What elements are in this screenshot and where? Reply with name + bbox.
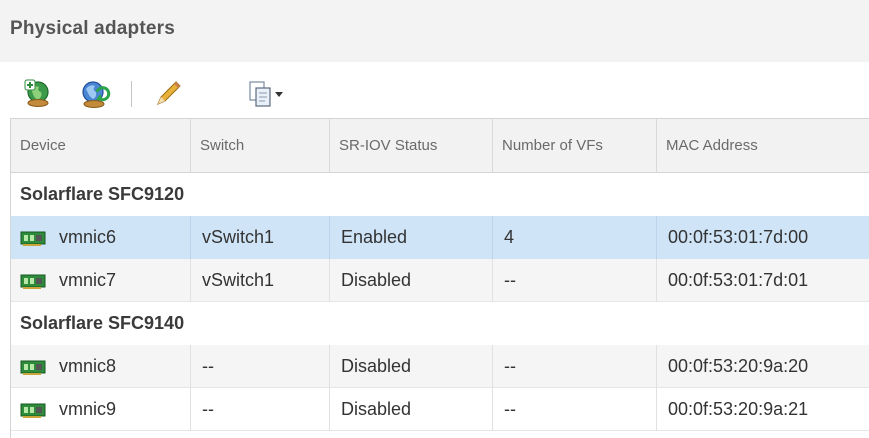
switch-cell: vSwitch1: [191, 216, 330, 259]
vfs-cell: 4: [493, 216, 657, 259]
edit-button[interactable]: [152, 78, 184, 110]
device-cell: vmnic9: [11, 388, 191, 431]
sriov-status-cell: Disabled: [330, 388, 493, 431]
column-header-mac-address[interactable]: MAC Address: [657, 119, 869, 173]
table-row[interactable]: vmnic7 vSwitch1 Disabled -- 00:0f:53:01:…: [11, 259, 869, 302]
device-name: vmnic8: [59, 356, 117, 376]
adapters-table: Device Switch SR-IOV Status Number of VF…: [10, 118, 869, 438]
device-cell: vmnic6: [11, 216, 191, 259]
refresh-icon: [82, 81, 111, 108]
group-header: Solarflare SFC9140: [11, 302, 869, 345]
network-adapter-icon: [20, 360, 46, 375]
edit-icon: [157, 81, 181, 105]
mac-address-cell: 00:0f:53:20:9a:20: [668, 356, 809, 376]
panel-header: Physical adapters: [0, 0, 869, 62]
table-row[interactable]: vmnic9 -- Disabled -- 00:0f:53:20:9a:21: [11, 388, 869, 431]
table-row[interactable]: vmnic8 -- Disabled -- 00:0f:53:20:9a:20: [11, 345, 869, 388]
device-cell: vmnic8: [11, 345, 191, 388]
vfs-cell: --: [493, 259, 657, 302]
toolbar-separator: [131, 81, 132, 107]
toolbar: [0, 62, 869, 118]
copy-dropdown-button[interactable]: [247, 78, 291, 110]
column-header-sriov-status[interactable]: SR-IOV Status: [330, 119, 493, 173]
table-row[interactable]: vmnic6 vSwitch1 Enabled 4 00:0f:53:01:7d…: [11, 216, 869, 259]
switch-cell: --: [191, 388, 330, 431]
sriov-status-cell: Disabled: [330, 345, 493, 388]
copy-dropdown-icon: [249, 81, 283, 107]
physical-adapters-panel: Physical adapters Device Switch SR-IOV S…: [0, 0, 869, 438]
sriov-status-cell: Disabled: [330, 259, 493, 302]
column-header-number-of-vfs[interactable]: Number of VFs: [493, 119, 657, 173]
column-header-device[interactable]: Device: [11, 119, 191, 173]
add-networking-icon: [24, 79, 49, 107]
switch-cell: --: [191, 345, 330, 388]
mac-address-cell: 00:0f:53:01:7d:01: [668, 270, 809, 290]
vfs-cell: --: [493, 388, 657, 431]
vfs-cell: --: [493, 345, 657, 388]
network-adapter-icon: [20, 274, 46, 289]
mac-address-cell: 00:0f:53:20:9a:21: [668, 399, 809, 419]
panel-title: Physical adapters: [10, 18, 175, 39]
device-cell: vmnic7: [11, 259, 191, 302]
group-header: Solarflare SFC9120: [11, 173, 869, 216]
switch-cell: vSwitch1: [191, 259, 330, 302]
add-networking-button[interactable]: [23, 78, 55, 110]
device-name: vmnic7: [59, 270, 117, 290]
mac-address-cell: 00:0f:53:01:7d:00: [668, 227, 809, 247]
column-header-switch[interactable]: Switch: [191, 119, 330, 173]
device-name: vmnic6: [59, 227, 117, 247]
network-adapter-icon: [20, 231, 46, 246]
table-header: Device Switch SR-IOV Status Number of VF…: [11, 119, 869, 173]
sriov-status-cell: Enabled: [330, 216, 493, 259]
device-name: vmnic9: [59, 399, 117, 419]
refresh-button[interactable]: [79, 78, 111, 110]
network-adapter-icon: [20, 403, 46, 418]
